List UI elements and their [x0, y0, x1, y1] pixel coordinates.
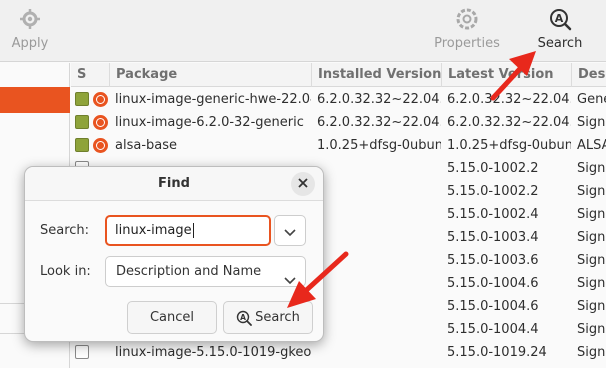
table-row[interactable]: linux-image-generic-hwe-22.04 6.2.0.32.32…	[71, 88, 606, 111]
svg-text:A: A	[555, 12, 564, 25]
table-row[interactable]: linux-image-6.2.0-32-generic 6.2.0.32.32~…	[71, 111, 606, 134]
package-name-cell: linux-image-5.15.0-1019-gkeop	[115, 345, 311, 360]
latest-version-cell: 1.0.25+dfsg-0ubun	[447, 138, 571, 153]
latest-version-cell: 5.15.0-1003.4	[447, 230, 539, 245]
properties-gear-icon	[454, 6, 480, 32]
latest-version-cell: 5.15.0-1002.2	[447, 184, 539, 199]
latest-version-cell: 5.15.0-1019.24	[447, 345, 547, 360]
status-checkbox[interactable]	[75, 345, 89, 359]
table-row[interactable]: alsa-base 1.0.25+dfsg-0ubun 1.0.25+dfsg-0u…	[71, 134, 606, 157]
latest-version-cell: 6.2.0.32.32~22.04.1	[447, 115, 571, 130]
description-cell: Sign	[577, 184, 606, 199]
dialog-title: Find	[25, 167, 323, 201]
search-button-label: Search	[255, 310, 300, 325]
search-icon: A	[547, 6, 573, 32]
status-checkbox[interactable]	[75, 138, 89, 152]
latest-version-cell: 5.15.0-1002.4	[447, 207, 539, 222]
properties-button[interactable]: Properties	[424, 6, 510, 51]
dialog-close-button[interactable]	[291, 172, 315, 196]
svg-text:A: A	[240, 313, 246, 322]
search-toolbar-button[interactable]: A Search	[528, 6, 592, 51]
cancel-button[interactable]: Cancel	[127, 301, 217, 334]
description-cell: Sign	[577, 345, 606, 360]
latest-version-cell: 5.15.0-1004.4	[447, 322, 539, 337]
lookin-field-label: Look in:	[40, 264, 91, 279]
properties-label: Properties	[434, 36, 500, 51]
lookin-select-value: Description and Name	[116, 264, 262, 279]
installed-version-cell: 6.2.0.32.32~22.04.9	[317, 92, 441, 107]
sidebar-selected-item[interactable]	[0, 87, 70, 113]
description-cell: Sign	[577, 207, 606, 222]
search-input[interactable]: linux-image	[105, 215, 271, 246]
latest-version-cell: 5.15.0-1003.6	[447, 253, 539, 268]
close-icon	[298, 177, 308, 192]
description-cell: Sign	[577, 161, 606, 176]
description-cell: Sign	[577, 299, 606, 314]
description-cell: Sign	[577, 322, 606, 337]
package-table-header: S Package Installed Version Latest Versi…	[71, 63, 606, 87]
column-header-status[interactable]: S	[71, 63, 109, 87]
package-name-cell: alsa-base	[115, 138, 177, 153]
chevron-down-icon	[284, 226, 296, 241]
installed-version-cell: 6.2.0.32.32~22.04.1	[317, 115, 441, 130]
ubuntu-icon	[93, 115, 108, 130]
column-header-latest-version[interactable]: Latest Version	[441, 63, 571, 87]
search-history-dropdown[interactable]	[274, 215, 306, 246]
apply-label: Apply	[11, 36, 49, 51]
latest-version-cell: 5.15.0-1004.6	[447, 299, 539, 314]
cancel-button-label: Cancel	[149, 310, 195, 325]
search-button[interactable]: A Search	[223, 301, 313, 334]
package-name-cell: linux-image-6.2.0-32-generic	[115, 115, 304, 130]
description-cell: Sign	[577, 230, 606, 245]
ubuntu-icon	[93, 92, 108, 107]
search-field-label: Search:	[40, 223, 90, 238]
description-cell: Generic	[577, 92, 606, 107]
apply-button[interactable]: Apply	[2, 6, 58, 51]
status-checkbox[interactable]	[75, 115, 89, 129]
description-cell: Sign	[577, 253, 606, 268]
table-row[interactable]: linux-image-5.15.0-1019-gkeop 5.15.0-1019…	[71, 341, 606, 364]
gear-icon	[17, 6, 43, 32]
latest-version-cell: 5.15.0-1002.2	[447, 161, 539, 176]
search-toolbar-label: Search	[537, 36, 583, 51]
chevron-down-icon	[284, 267, 296, 296]
search-input-value: linux-image	[115, 223, 192, 238]
description-cell: Signed	[577, 115, 606, 130]
installed-version-cell: 1.0.25+dfsg-0ubun	[317, 138, 441, 153]
latest-version-cell: 5.15.0-1004.6	[447, 276, 539, 291]
column-header-installed-version[interactable]: Installed Version	[311, 63, 441, 87]
latest-version-cell: 6.2.0.32.32~22.04.9	[447, 92, 571, 107]
column-header-package[interactable]: Package	[109, 63, 311, 87]
status-checkbox[interactable]	[75, 92, 89, 106]
find-dialog: Find Search: linux-image Look in: Descri…	[24, 166, 324, 342]
column-header-description[interactable]: Desc	[571, 63, 606, 87]
lookin-select[interactable]: Description and Name	[105, 256, 306, 287]
toolbar: Apply Properties A Search	[0, 0, 606, 62]
search-icon: A	[236, 310, 253, 326]
package-name-cell: linux-image-generic-hwe-22.04	[115, 92, 311, 107]
description-cell: Sign	[577, 276, 606, 291]
ubuntu-icon	[93, 138, 108, 153]
description-cell: ALSA	[577, 138, 606, 153]
